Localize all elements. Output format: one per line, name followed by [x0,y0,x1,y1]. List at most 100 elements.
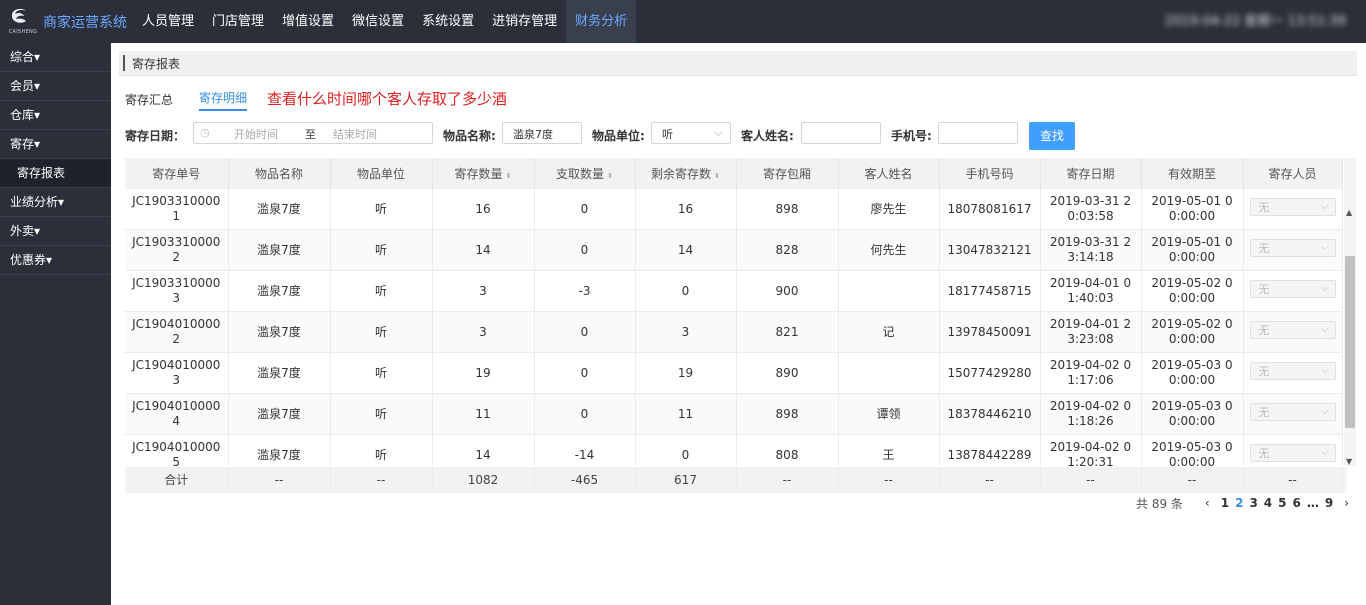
cell-phone: 13978450091 [939,311,1041,353]
sort-icon[interactable]: ⬍ [607,172,613,180]
page-2[interactable]: 3 [1249,496,1257,510]
page-5[interactable]: 6 [1293,496,1301,510]
date-range-picker[interactable]: ◷ 开始时间 至 结束时间 [193,122,433,144]
column-header-3[interactable]: 寄存数量 ⬍ [432,158,535,189]
column-header-label: 支取数量 [556,167,605,181]
vertical-scrollbar[interactable]: ▲ ▼ [1344,208,1356,466]
phone-input[interactable] [938,122,1018,144]
item-name-label: 物品名称: [443,129,496,143]
page-1[interactable]: 2 [1235,496,1243,510]
cell-cust: 何先生 [838,229,940,271]
sidebar-item-3[interactable]: 寄存▾ [0,130,111,159]
page-0[interactable]: 1 [1221,496,1229,510]
column-header-2: 物品单位 [330,158,433,189]
nav-item-0[interactable]: 人员管理 [133,0,203,43]
cell-dep: 3 [432,311,535,353]
customer-name-input[interactable] [801,122,881,144]
cell-phone: 13047832121 [939,229,1041,271]
cell-line: JC1903310000 [132,235,221,249]
total-cell-8: -- [939,467,1041,493]
table-row: JC1904010000 4 滥泉7度听 11 0 11 898 谭领 18378446210 2… [125,393,1343,435]
sidebar-item-6[interactable]: 外卖▾ [0,217,111,246]
cell-line: 0:00:00 [1168,291,1216,305]
scroll-down-icon[interactable]: ▼ [1346,457,1352,466]
tab-summary[interactable]: 寄存汇总 [125,91,173,111]
top-bar: CAISHENG 商家运营系统 人员管理 门店管理 增值设置 微信设置 系统设置 进销存管… [0,0,1366,43]
cell-phone: 13878442289 [939,434,1041,466]
column-header-4[interactable]: 支取数量 ⬍ [534,158,636,189]
cell-phone: 18177458715 [939,270,1041,312]
cell-line: 3 [172,373,181,387]
pagination: 共 89 条 ‹ 1 2 3 4 5 6 … 9 › [1136,493,1357,513]
nav-item-2[interactable]: 增值设置 [273,0,343,43]
cell-staff: 无 ⌵ [1243,352,1343,394]
nav-item-1[interactable]: 门店管理 [203,0,273,43]
cell-line: 1 [172,209,181,223]
chevron-down-icon: ⌵ [1320,447,1329,458]
item-name-input[interactable]: 滥泉7度 [502,122,582,144]
nav-item-5[interactable]: 进销存管理 [483,0,566,43]
cell-rem: 3 [635,311,737,353]
search-button[interactable]: 查找 [1029,122,1075,150]
cell-name: 滥泉7度 [228,311,331,353]
prev-page-icon[interactable]: ‹ [1205,496,1210,510]
cell-id: JC1904010000 5 [125,434,229,466]
column-header-5[interactable]: 剩余寄存数 ⬍ [635,158,737,189]
cell-name: 滥泉7度 [228,270,331,312]
sidebar-item-5[interactable]: 业绩分析▾ [0,188,111,217]
top-nav: 人员管理 门店管理 增值设置 微信设置 系统设置 进销存管理 财务分析 [133,0,637,43]
staff-select-value: 无 [1258,406,1270,419]
column-header-label: 剩余寄存数 [651,167,712,181]
cell-rem: 0 [635,270,737,312]
sort-icon[interactable]: ⬍ [714,172,720,180]
page-4[interactable]: 5 [1278,496,1286,510]
column-header-label: 物品名称 [254,167,303,181]
sidebar-item-0[interactable]: 综合▾ [0,43,111,72]
page-3[interactable]: 4 [1264,496,1272,510]
column-header-label: 寄存包厢 [762,167,811,181]
cell-line: 4 [172,414,181,428]
scroll-up-icon[interactable]: ▲ [1346,208,1352,217]
staff-select: 无 ⌵ [1249,362,1336,380]
sidebar-item-1[interactable]: 会员▾ [0,72,111,101]
next-page-icon[interactable]: › [1344,496,1349,510]
cell-rem: 11 [635,393,737,435]
cell-date: 2019-04-01 2 3:23:08 [1040,311,1142,353]
column-header-label: 寄存单号 [152,167,201,181]
cell-exp: 2019-05-02 0 0:00:00 [1141,270,1244,312]
scrollbar-thumb[interactable] [1345,256,1355,428]
nav-item-4[interactable]: 系统设置 [413,0,483,43]
cell-line: 0:00:00 [1168,250,1216,264]
cell-line: JC1903310000 [132,194,221,208]
breadcrumb-current: 寄存报表 [132,57,181,71]
end-date-input[interactable]: 结束时间 [333,126,377,142]
cell-line: 0:00:00 [1168,455,1216,466]
total-cell-2: -- [330,467,433,493]
cell-wd: -14 [534,434,636,466]
sidebar-item-4[interactable]: 寄存报表 [0,159,111,188]
column-header-7: 客人姓名 [838,158,940,189]
cell-line: JC1904010000 [132,358,221,372]
nav-item-6[interactable]: 财务分析 [566,0,637,43]
cell-line: 2019-04-01 0 [1049,276,1132,290]
item-unit-select[interactable]: 听 ⌵ [651,122,731,144]
cell-dep: 11 [432,393,535,435]
tab-detail[interactable]: 寄存明细 [199,89,248,111]
cell-wd: 0 [534,311,636,353]
cell-line: 1:20:31 [1067,455,1114,466]
cell-room: 898 [736,393,839,435]
start-date-input[interactable]: 开始时间 [234,126,278,142]
staff-select: 无 ⌵ [1249,321,1336,339]
cell-cust: 廖先生 [838,189,940,230]
sidebar-item-7[interactable]: 优惠券▾ [0,246,111,275]
total-cell-0: 合计 [125,467,229,493]
cell-rem: 14 [635,229,737,271]
sort-icon[interactable]: ⬍ [506,172,512,180]
page-7[interactable]: 9 [1325,496,1333,510]
chevron-down-icon: ⌵ [1320,283,1329,294]
column-header-10: 有效期至 [1141,158,1244,189]
cell-line: 2019-04-01 2 [1049,317,1132,331]
main-content: 寄存报表 寄存汇总 寄存明细 查看什么时间哪个客人存取了多少酒 寄存日期： ◷ … [111,43,1366,605]
nav-item-3[interactable]: 微信设置 [343,0,413,43]
sidebar-item-2[interactable]: 仓库▾ [0,101,111,130]
